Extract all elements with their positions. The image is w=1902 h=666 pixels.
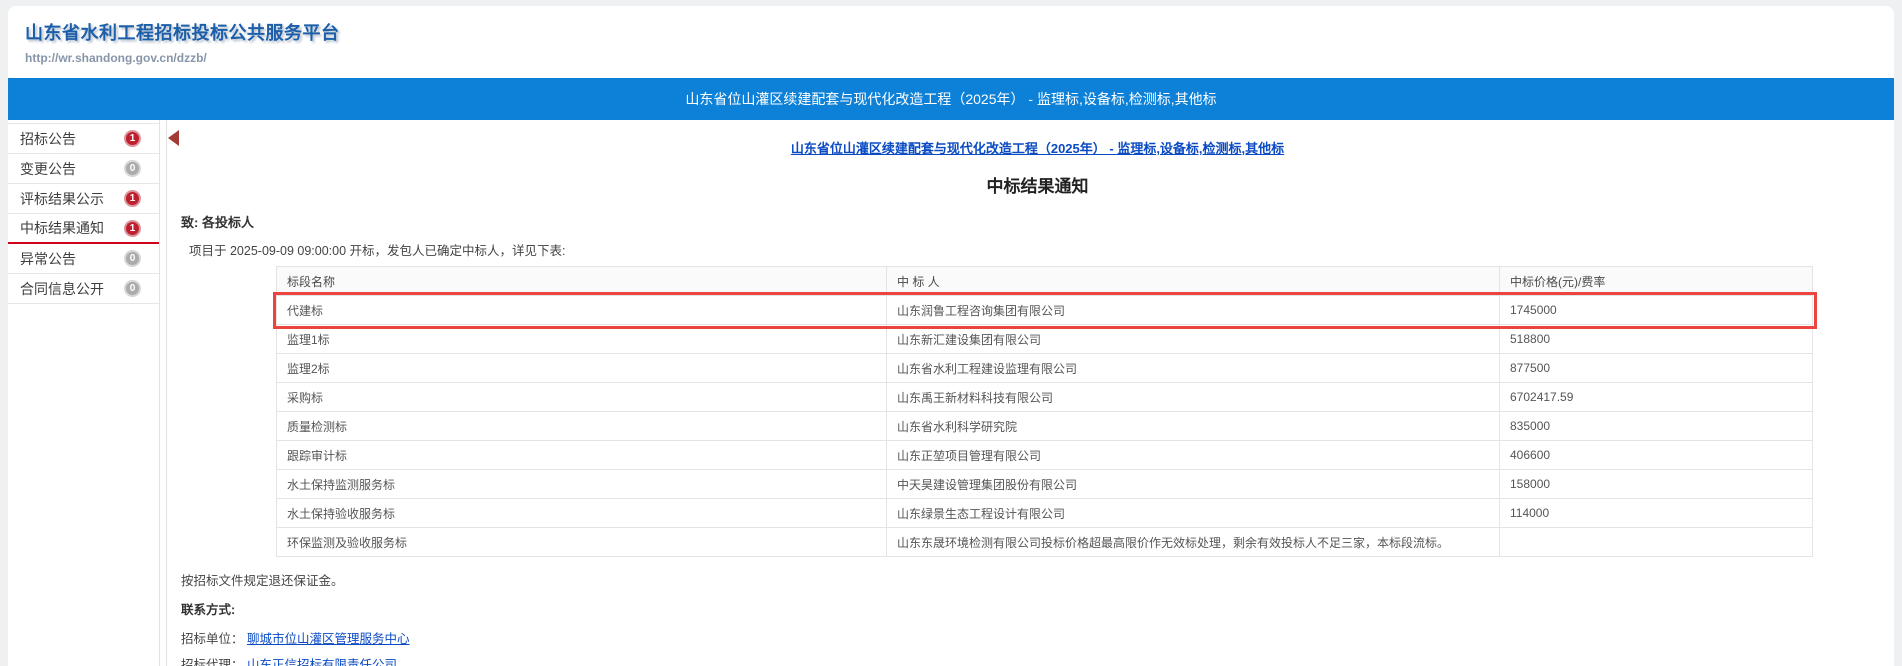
price-cell xyxy=(1500,528,1813,557)
salutation-line: 致: 各投标人 xyxy=(181,212,1894,231)
table-row: 水土保持验收服务标山东绿景生态工程设计有限公司114000 xyxy=(277,499,1813,528)
winner-cell: 山东新汇建设集团有限公司 xyxy=(887,325,1500,354)
winner-cell: 中天昊建设管理集团股份有限公司 xyxy=(887,470,1500,499)
sidebar-item-label: 变更公告 xyxy=(20,159,76,179)
contact-line: 招标单位： 聊城市位山灌区管理服务中心 xyxy=(181,628,1894,644)
sidebar-item-label: 合同信息公开 xyxy=(20,279,104,299)
project-banner: 山东省位山灌区续建配套与现代化改造工程（2025年） - 监理标,设备标,检测标… xyxy=(8,78,1894,120)
winner-cell: 山东润鲁工程咨询集团有限公司 xyxy=(887,296,1500,325)
table-row: 跟踪审计标山东正堃项目管理有限公司406600 xyxy=(277,441,1813,470)
price-cell: 114000 xyxy=(1500,499,1813,528)
price-cell: 877500 xyxy=(1500,354,1813,383)
contact-line: 招标代理： 山东正信招标有限责任公司 xyxy=(181,654,1894,666)
contact-label: 招标单位： xyxy=(181,632,247,646)
project-banner-title: 山东省位山灌区续建配套与现代化改造工程（2025年） - 监理标,设备标,检测标… xyxy=(685,91,1216,107)
column-header: 标段名称 xyxy=(277,267,887,296)
winner-cell: 山东禹王新材料科技有限公司 xyxy=(887,383,1500,412)
sidebar-item-2[interactable]: 变更公告 0 xyxy=(8,154,159,184)
intro-line: 项目于 2025-09-09 09:00:00 开标，发包人已确定中标人，详见下… xyxy=(181,240,1894,259)
site-url: http://wr.shandong.gov.cn/dzzb/ xyxy=(25,51,1894,65)
count-badge: 1 xyxy=(124,130,141,147)
winner-cell: 山东绿景生态工程设计有限公司 xyxy=(887,499,1500,528)
section-name-cell: 代建标 xyxy=(277,296,887,325)
sidebar-item-1[interactable]: 招标公告 1 xyxy=(8,124,159,154)
sidebar-item-5[interactable]: 异常公告 0 xyxy=(8,244,159,274)
page-title: 中标结果通知 xyxy=(181,172,1894,197)
section-name-cell: 水土保持监测服务标 xyxy=(277,470,887,499)
table-row: 质量检测标山东省水利科学研究院835000 xyxy=(277,412,1813,441)
section-name-cell: 监理2标 xyxy=(277,354,887,383)
table-row: 环保监测及验收服务标山东东晟环境检测有限公司投标价格超最高限价作无效标处理，剩余… xyxy=(277,528,1813,557)
table-row: 水土保持监测服务标中天昊建设管理集团股份有限公司158000 xyxy=(277,470,1813,499)
column-header: 中标价格(元)/费率 xyxy=(1500,267,1813,296)
table-row: 监理1标山东新汇建设集团有限公司518800 xyxy=(277,325,1813,354)
section-name-cell: 水土保持验收服务标 xyxy=(277,499,887,528)
sidebar-item-6[interactable]: 合同信息公开 0 xyxy=(8,274,159,304)
price-cell: 1745000 xyxy=(1500,296,1813,325)
column-header: 中 标 人 xyxy=(887,267,1500,296)
contact-block: 招标单位： 聊城市位山灌区管理服务中心招标代理： 山东正信招标有限责任公司日 期… xyxy=(181,628,1894,666)
price-cell: 518800 xyxy=(1500,325,1813,354)
deposit-note: 按招标文件规定退还保证金。 xyxy=(181,570,1894,589)
current-item-arrow-icon xyxy=(168,130,179,146)
winner-cell: 山东省水利工程建设监理有限公司 xyxy=(887,354,1500,383)
price-cell: 6702417.59 xyxy=(1500,383,1813,412)
section-name-cell: 环保监测及验收服务标 xyxy=(277,528,887,557)
tendering-unit-link[interactable]: 聊城市位山灌区管理服务中心 xyxy=(247,632,410,646)
site-header: 山东省水利工程招标投标公共服务平台 http://wr.shandong.gov… xyxy=(8,6,1894,78)
table-row: 采购标山东禹王新材料科技有限公司6702417.59 xyxy=(277,383,1813,412)
section-name-cell: 监理1标 xyxy=(277,325,887,354)
count-badge: 1 xyxy=(124,220,141,237)
section-name-cell: 跟踪审计标 xyxy=(277,441,887,470)
sidebar-item-label: 异常公告 xyxy=(20,249,76,269)
tendering-agent-link[interactable]: 山东正信招标有限责任公司 xyxy=(247,658,397,666)
section-name-cell: 采购标 xyxy=(277,383,887,412)
sidebar-item-label: 招标公告 xyxy=(20,129,76,149)
winner-cell: 山东东晟环境检测有限公司投标价格超最高限价作无效标处理，剩余有效投标人不足三家，… xyxy=(887,528,1500,557)
sidebar-item-label: 中标结果通知 xyxy=(20,218,104,238)
sidebar-item-3[interactable]: 评标结果公示 1 xyxy=(8,184,159,214)
count-badge: 1 xyxy=(124,190,141,207)
price-cell: 835000 xyxy=(1500,412,1813,441)
sidebar-item-label: 评标结果公示 xyxy=(20,189,104,209)
sidebar: 招标公告 1 变更公告 0 评标结果公示 1 中标结果通知 1 异常公告 0 合同信息公开 0 xyxy=(8,120,160,666)
price-cell: 406600 xyxy=(1500,441,1813,470)
content-area: 山东省位山灌区续建配套与现代化改造工程（2025年） - 监理标,设备标,检测标… xyxy=(166,120,1894,666)
table-row: 代建标山东润鲁工程咨询集团有限公司1745000 xyxy=(277,296,1813,325)
contact-heading: 联系方式: xyxy=(181,599,1894,618)
project-link[interactable]: 山东省位山灌区续建配套与现代化改造工程（2025年） - 监理标,设备标,检测标… xyxy=(181,120,1894,157)
sidebar-item-4[interactable]: 中标结果通知 1 xyxy=(8,214,159,244)
count-badge: 0 xyxy=(124,250,141,267)
page-panel: 山东省水利工程招标投标公共服务平台 http://wr.shandong.gov… xyxy=(8,6,1894,666)
table-header-row: 标段名称中 标 人中标价格(元)/费率 xyxy=(277,267,1813,296)
count-badge: 0 xyxy=(124,160,141,177)
table-row: 监理2标山东省水利工程建设监理有限公司877500 xyxy=(277,354,1813,383)
winner-cell: 山东省水利科学研究院 xyxy=(887,412,1500,441)
sidebar-menu: 招标公告 1 变更公告 0 评标结果公示 1 中标结果通知 1 异常公告 0 合同信息公开 0 xyxy=(8,123,159,304)
count-badge: 0 xyxy=(124,280,141,297)
contact-label: 招标代理： xyxy=(181,658,247,666)
section-name-cell: 质量检测标 xyxy=(277,412,887,441)
main-region: 招标公告 1 变更公告 0 评标结果公示 1 中标结果通知 1 异常公告 0 合同信息公开 0 山东省… xyxy=(8,120,1894,666)
price-cell: 158000 xyxy=(1500,470,1813,499)
site-title: 山东省水利工程招标投标公共服务平台 xyxy=(25,19,1894,45)
results-table: 标段名称中 标 人中标价格(元)/费率 代建标山东润鲁工程咨询集团有限公司174… xyxy=(276,266,1813,557)
winner-cell: 山东正堃项目管理有限公司 xyxy=(887,441,1500,470)
